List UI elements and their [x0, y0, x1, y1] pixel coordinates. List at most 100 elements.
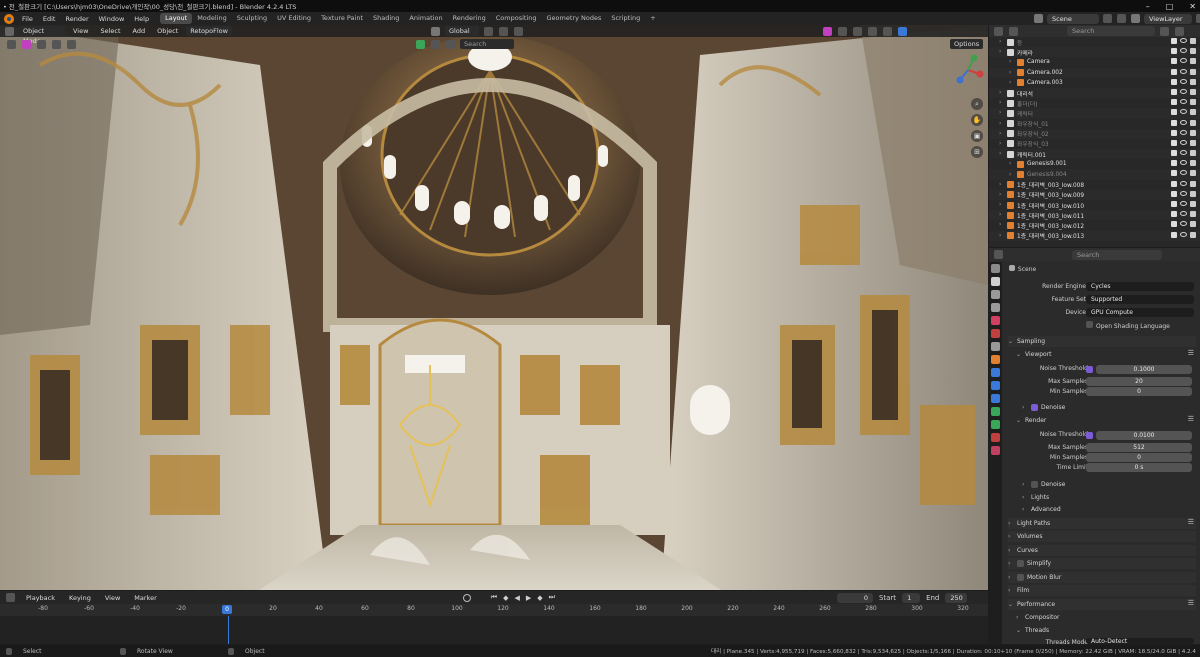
render-camera-icon[interactable]	[1190, 221, 1196, 228]
eye-icon[interactable]	[1180, 221, 1187, 227]
light-paths-presets-icon[interactable]: ☰	[1188, 518, 1194, 526]
menu-render[interactable]: Render	[60, 15, 93, 23]
render-tab-icon[interactable]	[991, 277, 1000, 286]
outliner-row[interactable]: › 1층_대리벽_003_low.013	[989, 230, 1200, 241]
eye-icon[interactable]	[1180, 180, 1187, 186]
outliner-row[interactable]: › 1층_대리벽_003_low.012	[989, 220, 1200, 230]
sampling-panel[interactable]: ⌄ Sampling	[1008, 336, 1196, 347]
render-camera-icon[interactable]	[1190, 139, 1196, 146]
snap-icon[interactable]	[498, 26, 508, 36]
render-camera-icon[interactable]	[1190, 58, 1196, 65]
marker-menu[interactable]: Marker	[130, 593, 160, 603]
constraints-tab-icon[interactable]	[991, 407, 1000, 416]
display-mode-icon[interactable]	[1009, 26, 1018, 36]
add-workspace-button[interactable]: +	[645, 13, 660, 24]
render-camera-icon[interactable]	[1190, 78, 1196, 85]
motion-blur-panel[interactable]: › Motion Blur	[1008, 572, 1196, 583]
eye-icon[interactable]	[1180, 190, 1187, 196]
exclude-checkbox[interactable]	[1171, 48, 1177, 55]
outliner-row[interactable]: › Camera	[989, 57, 1200, 67]
r-max-samples-field[interactable]: 512	[1086, 443, 1192, 452]
close-button[interactable]: ✕	[1189, 2, 1196, 11]
expand-arrow-icon[interactable]: ›	[999, 192, 1007, 198]
mode-extend-icon[interactable]	[37, 39, 46, 49]
jump-end-icon[interactable]: ⏭	[549, 593, 555, 602]
simplify-panel[interactable]: › Simplify	[1008, 558, 1196, 569]
outliner-row[interactable]: › 1층_대리벽_003_low.009	[989, 189, 1200, 200]
timeline-ruler[interactable]: -80 -60 -40 -20 0 20 40 60 80 100 120 140 160 180 200 2…	[0, 604, 988, 616]
output-tab-icon[interactable]	[991, 290, 1000, 299]
render-camera-icon[interactable]	[1190, 180, 1196, 187]
zoom-icon[interactable]: ⌕	[971, 98, 983, 110]
gizmo-rotate-icon[interactable]	[446, 39, 455, 49]
object-menu[interactable]: Object	[153, 26, 182, 36]
shading-solid-icon[interactable]	[867, 26, 877, 36]
render-presets-icon[interactable]: ☰	[1188, 415, 1194, 423]
play-reverse-icon[interactable]: ◀	[514, 594, 519, 602]
outliner-row[interactable]: › Camera.003	[989, 78, 1200, 88]
render-camera-icon[interactable]	[1190, 48, 1196, 55]
expand-arrow-icon[interactable]: ›	[999, 233, 1007, 239]
overlays-icon[interactable]	[822, 26, 832, 36]
menu-help[interactable]: Help	[129, 15, 154, 23]
eye-icon[interactable]	[1180, 150, 1187, 156]
exclude-checkbox[interactable]	[1171, 88, 1177, 95]
tab-geometry-nodes[interactable]: Geometry Nodes	[542, 13, 607, 24]
vp-min-samples-field[interactable]: 0	[1086, 387, 1192, 396]
end-frame-field[interactable]: 250	[945, 592, 968, 603]
time-limit-field[interactable]: 0 s	[1086, 463, 1192, 472]
exclude-checkbox[interactable]	[1171, 221, 1177, 228]
compositor-panel[interactable]: › Compositor	[1008, 612, 1196, 623]
outliner-row[interactable]: › 카메라	[989, 47, 1200, 58]
eye-icon[interactable]	[1180, 170, 1187, 176]
vp-noise-threshold-checkbox[interactable]	[1086, 366, 1093, 373]
object-tab-icon[interactable]	[991, 355, 1000, 364]
eye-icon[interactable]	[1180, 109, 1187, 115]
render-camera-icon[interactable]	[1190, 99, 1196, 106]
mode-intersect-icon[interactable]	[67, 39, 76, 49]
perspective-toggle-icon[interactable]: ⊞	[971, 146, 983, 158]
jump-prev-key-icon[interactable]: ◆	[503, 594, 508, 602]
curves-panel[interactable]: › Curves	[1008, 545, 1196, 556]
render-camera-icon[interactable]	[1190, 231, 1196, 238]
sampling-render-panel[interactable]: ⌄ Render	[1008, 415, 1196, 426]
render-camera-icon[interactable]	[1190, 119, 1196, 126]
menu-window[interactable]: Window	[94, 15, 130, 23]
render-camera-icon[interactable]	[1190, 88, 1196, 95]
tab-compositing[interactable]: Compositing	[491, 13, 542, 24]
properties-search-field[interactable]: Search	[1072, 249, 1162, 260]
exclude-checkbox[interactable]	[1171, 201, 1177, 207]
retopoflow-menu[interactable]: RetopoFlow	[186, 26, 232, 36]
mode-subtract-icon[interactable]	[52, 39, 61, 49]
3d-viewport[interactable]	[0, 25, 988, 590]
eye-icon[interactable]	[1180, 38, 1187, 43]
render-camera-icon[interactable]	[1190, 160, 1196, 167]
tab-modeling[interactable]: Modeling	[192, 13, 232, 24]
tab-animation[interactable]: Animation	[404, 13, 447, 24]
view-layer-tab-icon[interactable]	[991, 303, 1000, 312]
viewport-search-field[interactable]: Search	[460, 39, 514, 49]
play-icon[interactable]: ▶	[526, 594, 531, 602]
expand-arrow-icon[interactable]: ›	[999, 39, 1007, 45]
proportional-edit-icon[interactable]	[513, 26, 523, 36]
transform-orientation[interactable]: Global	[444, 26, 479, 36]
eye-icon[interactable]	[1180, 201, 1187, 206]
film-panel[interactable]: › Film	[1008, 585, 1196, 596]
exclude-checkbox[interactable]	[1171, 78, 1177, 85]
outliner-row[interactable]: › Genesis9.001	[989, 159, 1200, 169]
expand-arrow-icon[interactable]: ›	[999, 182, 1007, 188]
render-camera-icon[interactable]	[1190, 201, 1196, 207]
mode-new-icon[interactable]	[22, 39, 31, 49]
render-engine-dropdown[interactable]: Cycles	[1086, 282, 1194, 291]
exclude-checkbox[interactable]	[1171, 38, 1177, 44]
render-camera-icon[interactable]	[1190, 68, 1196, 75]
expand-arrow-icon[interactable]: ›	[999, 202, 1007, 208]
outliner-editor-icon[interactable]	[994, 26, 1003, 36]
camera-view-icon[interactable]: ▣	[971, 130, 983, 142]
r-min-samples-field[interactable]: 0	[1086, 453, 1192, 462]
outliner-row[interactable]: › 1층_대리벽_003_low.011	[989, 210, 1200, 221]
eye-icon[interactable]	[1180, 68, 1187, 74]
exclude-checkbox[interactable]	[1171, 58, 1177, 65]
outliner-row[interactable]: › Camera.002	[989, 67, 1200, 78]
eye-icon[interactable]	[1180, 139, 1187, 145]
